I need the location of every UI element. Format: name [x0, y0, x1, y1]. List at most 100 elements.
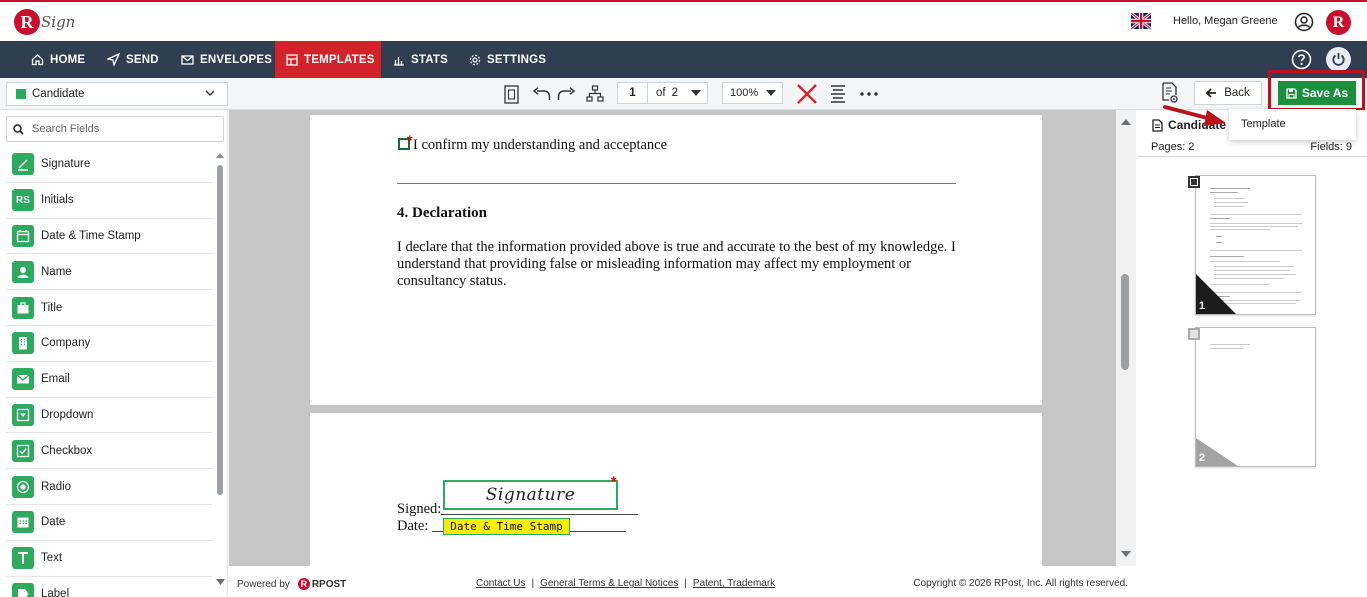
sidebar-scrollbar-thumb[interactable] [217, 165, 223, 495]
date-time-stamp-field[interactable]: Date & Time Stamp [443, 518, 570, 535]
save-as-button[interactable]: Save As [1278, 81, 1356, 105]
initials-icon: RS [12, 189, 34, 212]
annotation-arrow-icon [1163, 105, 1226, 126]
page-navigator[interactable]: 1 of 2 [617, 82, 708, 104]
thumbnail-select-checkbox[interactable] [1188, 328, 1200, 340]
field-label: Dropdown [41, 408, 94, 421]
nav-send[interactable]: SEND [107, 41, 159, 78]
page-thumbnail-2[interactable]: 2 [1195, 327, 1316, 467]
section-heading: 4. Declaration [397, 205, 487, 221]
scroll-down-icon[interactable] [1121, 551, 1131, 558]
current-page-input[interactable]: 1 [618, 83, 648, 103]
field-dropdown[interactable]: Dropdown [6, 398, 212, 434]
field-name[interactable]: Name [6, 254, 212, 291]
uk-flag-icon[interactable] [1131, 13, 1151, 29]
signed-label: Signed: [397, 501, 442, 517]
pages-count: Pages: 2 [1151, 141, 1195, 153]
footer-links: Contact Us | General Terms & Legal Notices… [476, 578, 775, 589]
home-icon [31, 54, 44, 66]
page-setup-button[interactable] [501, 83, 521, 105]
field-label: Text [41, 552, 63, 565]
redo-button[interactable] [556, 83, 576, 105]
name-icon [12, 260, 34, 283]
document-page-1: * I confirm my understanding and accepta… [310, 115, 1042, 405]
field-signature[interactable]: Signature [6, 147, 212, 183]
recipient-select[interactable]: Candidate [6, 82, 228, 106]
patent-link[interactable]: Patent, Trademark [693, 578, 775, 589]
dropdown-item-template[interactable]: Template [1241, 118, 1286, 130]
field-initials[interactable]: RS Initials [6, 183, 212, 219]
nav-envelopes[interactable]: ENVELOPES [181, 41, 272, 78]
field-radio[interactable]: Radio [6, 469, 212, 505]
preview-button[interactable] [1159, 82, 1181, 104]
editor-toolbar: Candidate 1 of 2 100% Back [0, 78, 1367, 110]
save-disk-icon [1286, 87, 1297, 99]
terms-link[interactable]: General Terms & Legal Notices [540, 578, 678, 589]
rsign-logo[interactable]: R Sign [14, 7, 75, 37]
save-as-dropdown: Template [1229, 109, 1356, 140]
page-footer: Powered by R RPOST Contact Us | General Te… [229, 572, 1136, 597]
logo-letter: R [14, 9, 40, 35]
signature-icon [12, 153, 34, 176]
field-label: Checkbox [41, 444, 93, 457]
more-options-button[interactable] [858, 83, 880, 105]
required-marker: * [611, 473, 617, 489]
document-scrollbar[interactable] [1116, 110, 1136, 566]
align-button[interactable] [828, 83, 848, 105]
scroll-up-icon[interactable] [216, 152, 224, 158]
more-dots-icon [860, 92, 878, 96]
nav-templates[interactable]: TEMPLATES [275, 41, 381, 78]
field-email[interactable]: Email [6, 362, 212, 398]
field-date[interactable]: Date [6, 505, 212, 541]
help-icon[interactable] [1291, 49, 1312, 70]
back-button[interactable]: Back [1194, 81, 1262, 105]
scroll-up-icon[interactable] [1121, 118, 1131, 125]
nav-stats[interactable]: STATS [393, 41, 448, 78]
field-checkbox[interactable]: Checkbox [6, 433, 212, 470]
thumbnail-select-checkbox[interactable] [1188, 176, 1200, 188]
field-title[interactable]: Title [6, 290, 212, 326]
contact-us-link[interactable]: Contact Us [476, 578, 525, 589]
field-date-time-stamp[interactable]: Date & Time Stamp [6, 219, 212, 255]
nav-settings[interactable]: SETTINGS [469, 41, 546, 78]
panel-divider [1138, 156, 1367, 157]
caret-down-icon [766, 90, 776, 96]
hierarchy-icon [586, 85, 604, 102]
field-palette: Search Fields Signature RS Initials Date… [0, 110, 228, 597]
field-label: Date & Time Stamp [41, 229, 141, 242]
calendar-icon [12, 511, 34, 534]
company-icon [12, 332, 34, 355]
delete-field-button[interactable] [795, 83, 819, 105]
field-hierarchy-button[interactable] [585, 83, 605, 105]
search-fields-input[interactable]: Search Fields [6, 116, 224, 142]
page-thumbnail-1[interactable]: 1 [1195, 175, 1316, 315]
signature-field[interactable]: Signature [443, 480, 618, 510]
scroll-down-icon[interactable] [216, 579, 225, 586]
document-icon [1152, 118, 1163, 132]
field-text[interactable]: Text [6, 541, 212, 577]
user-profile-icon[interactable] [1294, 12, 1314, 32]
logo-text: Sign [41, 13, 76, 31]
field-label-item[interactable]: Label [6, 577, 212, 597]
page-setup-icon [503, 84, 519, 104]
arrow-left-icon [1206, 88, 1217, 98]
required-marker: * [407, 132, 413, 148]
field-company[interactable]: Company [6, 326, 212, 362]
back-button-label: Back [1224, 87, 1250, 99]
brand-badge[interactable]: R [1326, 10, 1351, 35]
rpost-logo-letter: R [297, 578, 310, 590]
logout-button[interactable] [1326, 47, 1351, 72]
nav-home[interactable]: HOME [31, 41, 85, 78]
link-separator: | [684, 578, 687, 589]
chevron-down-icon [205, 90, 215, 96]
zoom-select[interactable]: 100% [722, 82, 783, 104]
link-separator: | [531, 578, 535, 589]
document-scrollbar-thumb[interactable] [1121, 274, 1129, 370]
undo-button[interactable] [531, 83, 551, 105]
checkbox-icon [12, 439, 34, 462]
rpost-logo[interactable]: R RPOST [297, 578, 346, 590]
nav-settings-label: SETTINGS [487, 53, 547, 66]
field-label: Signature [41, 158, 91, 171]
templates-icon [286, 53, 298, 66]
field-label: Radio [41, 480, 72, 493]
